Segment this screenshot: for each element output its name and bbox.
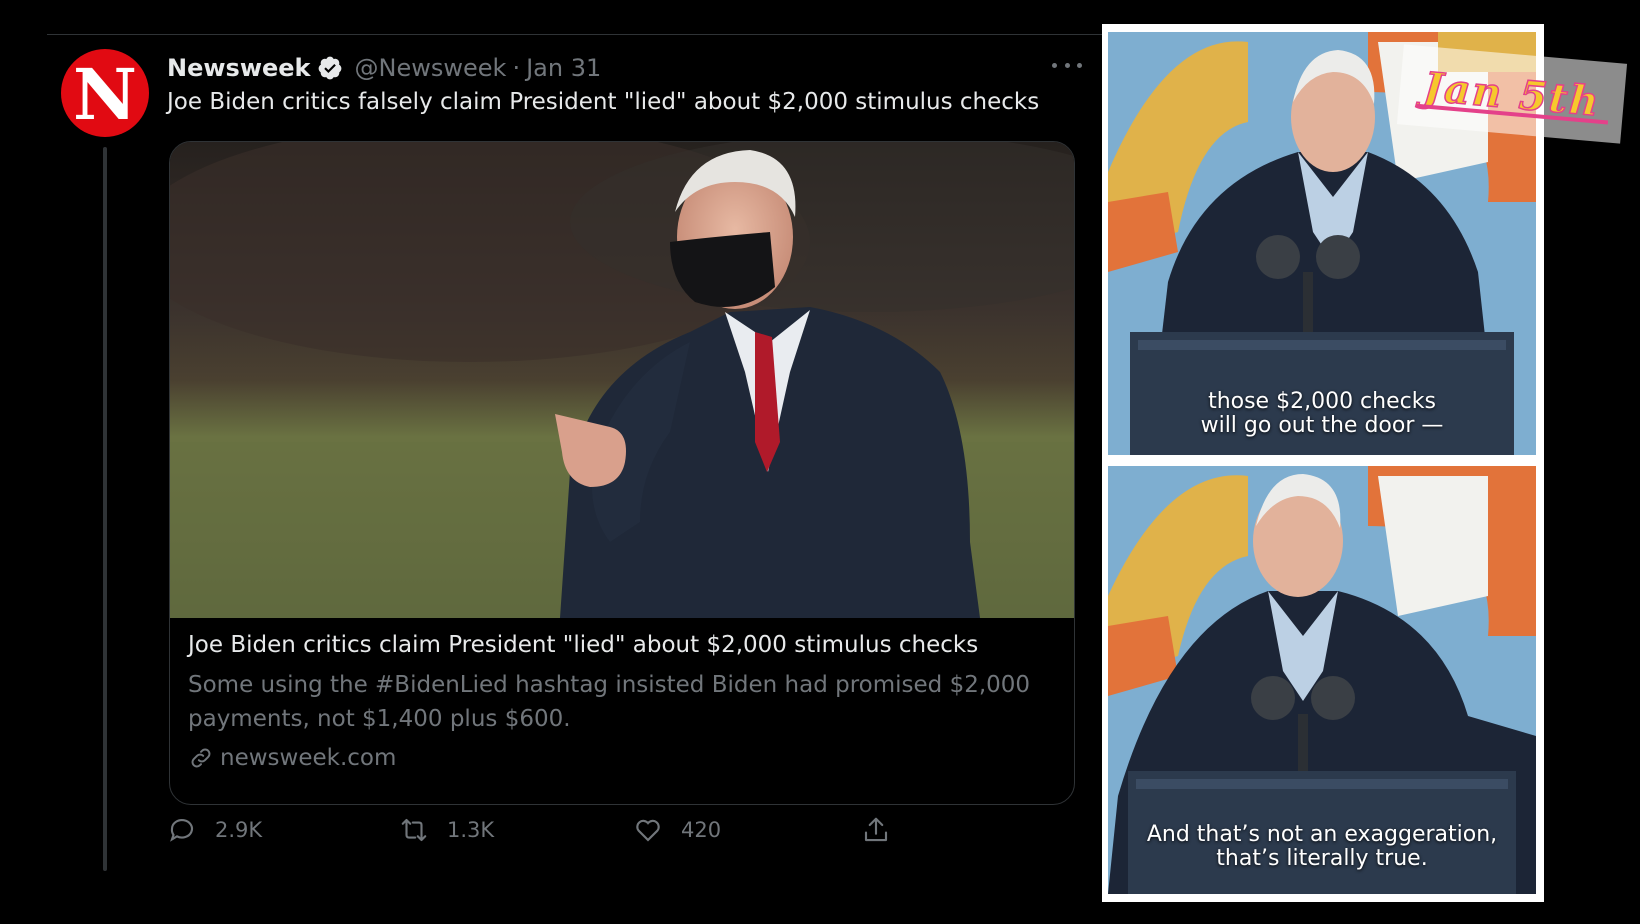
display-name[interactable]: Newsweek	[167, 54, 311, 82]
heart-icon	[636, 819, 660, 842]
card-body: Joe Biden critics claim President "lied"…	[188, 626, 1058, 776]
like-count: 420	[681, 818, 722, 842]
verified-badge-icon	[318, 56, 341, 80]
card-title[interactable]: Joe Biden critics claim President "lied"…	[188, 626, 1058, 664]
caption-bottom-line1: And that’s not an exaggeration,	[1146, 822, 1498, 847]
tweet[interactable]: N Newsweek @Newsweek · Jan 31 Joe Biden …	[47, 34, 1102, 895]
video-stills-frame: those $2,000 checks will go out the door…	[1102, 24, 1544, 902]
share-icon	[864, 817, 888, 842]
tweet-header: Newsweek @Newsweek · Jan 31	[167, 51, 601, 85]
card-description: Some using the #BidenLied hashtag insist…	[188, 672, 1031, 732]
like-action[interactable]: 420	[633, 815, 721, 845]
tweet-text: Joe Biden critics falsely claim Presiden…	[167, 89, 1040, 115]
tweet-date[interactable]: Jan 31	[526, 54, 601, 82]
card-image	[170, 142, 1074, 618]
caption-top: those $2,000 checks will go out the door…	[1108, 390, 1536, 438]
card-domain-row: newsweek.com	[188, 740, 1058, 776]
separator-dot: ·	[512, 54, 521, 82]
retweet-action[interactable]: 1.3K	[399, 815, 494, 845]
caption-top-line2: will go out the door —	[1200, 413, 1444, 438]
reply-icon	[170, 818, 194, 842]
handle[interactable]: @Newsweek	[355, 54, 507, 82]
newsweek-logo-letter: N	[73, 53, 137, 136]
thread-line	[103, 147, 107, 871]
caption-top-line1: those $2,000 checks	[1208, 389, 1436, 414]
video-still-bottom: And that’s not an exaggeration, that’s l…	[1108, 466, 1536, 894]
action-bar: 2.9K 1.3K 420	[167, 815, 927, 855]
avatar[interactable]: N	[61, 49, 149, 137]
card-domain: newsweek.com	[220, 745, 397, 771]
screenshot-canvas: N Newsweek @Newsweek · Jan 31 Joe Biden …	[0, 0, 1640, 924]
link-card[interactable]: Joe Biden critics claim President "lied"…	[169, 141, 1075, 805]
retweet-count: 1.3K	[447, 818, 495, 842]
biden-photo	[170, 142, 1074, 618]
share-action[interactable]	[861, 815, 909, 845]
more-options-icon[interactable]	[1052, 57, 1082, 73]
caption-bottom: And that’s not an exaggeration, that’s l…	[1108, 823, 1536, 871]
link-icon	[191, 748, 211, 768]
reply-action[interactable]: 2.9K	[167, 815, 262, 845]
reply-count: 2.9K	[215, 818, 263, 842]
caption-bottom-line2: that’s literally true.	[1216, 846, 1428, 871]
retweet-icon	[401, 818, 427, 842]
